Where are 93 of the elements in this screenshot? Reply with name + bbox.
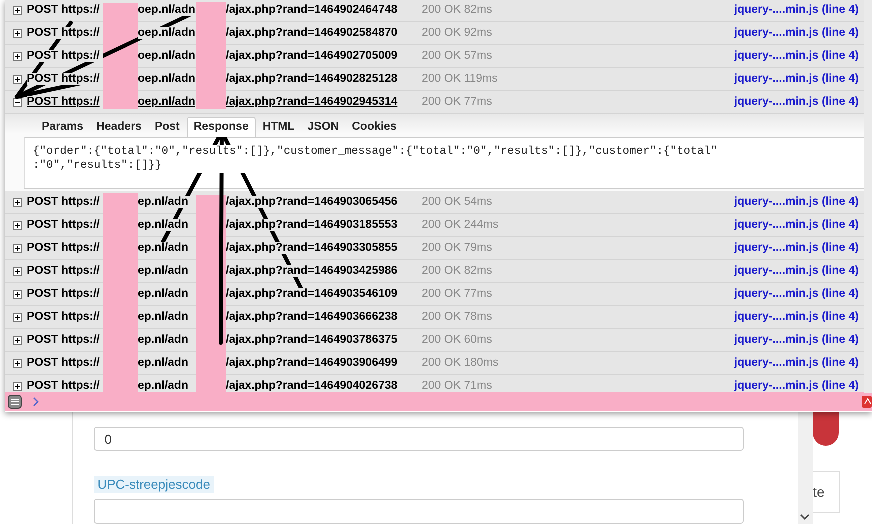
expand-icon[interactable] bbox=[13, 382, 22, 390]
request-status: 200 OK 78ms bbox=[422, 311, 492, 323]
request-url: POST https:// bbox=[27, 196, 103, 208]
source-link[interactable]: jquery-....min.js (line 4) bbox=[734, 265, 859, 277]
request-status: 200 OK 79ms bbox=[422, 242, 492, 254]
request-url: oep.nl/adn bbox=[138, 27, 196, 39]
source-link[interactable]: jquery-....min.js (line 4) bbox=[734, 288, 859, 300]
source-link[interactable]: jquery-....min.js (line 4) bbox=[734, 50, 859, 62]
request-row[interactable]: POST https:// ep.nl/adn /ajax.php?rand=1464903305855 200 OK 79ms jquery-....min.js (line 4) bbox=[5, 237, 864, 260]
request-row[interactable]: POST https:// oep.nl/adn /ajax.php?rand=1464902464748 200 OK 82ms jquery-....min.js (line 4) bbox=[5, 0, 864, 22]
request-url: POST https:// bbox=[27, 311, 103, 323]
expand-icon[interactable] bbox=[13, 266, 22, 276]
expand-icon[interactable] bbox=[13, 358, 22, 368]
source-link[interactable]: jquery-....min.js (line 4) bbox=[734, 96, 859, 108]
request-row[interactable]: POST https:// ep.nl/adn /ajax.php?rand=1464904026738 200 OK 71ms jquery-....min.js (line 4) bbox=[5, 375, 864, 392]
source-link[interactable]: jquery-....min.js (line 4) bbox=[734, 73, 859, 85]
detail-tab[interactable]: HTML bbox=[256, 118, 301, 137]
request-status: 200 OK 119ms bbox=[422, 73, 498, 85]
request-url: POST https:// bbox=[27, 265, 103, 277]
request-status: 200 OK 92ms bbox=[422, 27, 492, 39]
expand-icon[interactable] bbox=[13, 52, 22, 60]
detail-tab[interactable]: Post bbox=[148, 118, 186, 137]
request-url: POST https:// bbox=[27, 219, 103, 231]
scrollbar[interactable] bbox=[864, 0, 872, 393]
request-url: POST https:// bbox=[27, 73, 103, 85]
source-link[interactable]: jquery-....min.js (line 4) bbox=[734, 4, 859, 16]
source-link[interactable]: jquery-....min.js (line 4) bbox=[734, 196, 859, 208]
request-status: 200 OK 54ms bbox=[422, 196, 492, 208]
request-status: 200 OK 82ms bbox=[422, 265, 492, 277]
request-row[interactable]: POST https:// oep.nl/adn /ajax.php?rand=1464902945314 200 OK 77ms jquery-....min.js (line 4) bbox=[5, 91, 864, 114]
request-status: 200 OK 82ms bbox=[422, 4, 492, 16]
request-row[interactable]: POST https:// oep.nl/adn /ajax.php?rand=1464902705009 200 OK 57ms jquery-....min.js (line 4) bbox=[5, 45, 864, 68]
expand-icon[interactable] bbox=[13, 336, 22, 344]
console-icon[interactable] bbox=[8, 394, 22, 408]
close-icon[interactable] bbox=[862, 396, 872, 408]
request-status: 200 OK 71ms bbox=[422, 380, 492, 392]
request-row[interactable]: POST https:// oep.nl/adn /ajax.php?rand=1464902584870 200 OK 92ms jquery-....min.js (line 4) bbox=[5, 22, 864, 45]
request-row[interactable]: POST https:// ep.nl/adn /ajax.php?rand=1464903065456 200 OK 54ms jquery-....min.js (line 4) bbox=[5, 191, 864, 214]
chevron-down-icon[interactable] bbox=[800, 514, 810, 520]
detail-tab[interactable]: JSON bbox=[302, 118, 346, 137]
source-link[interactable]: jquery-....min.js (line 4) bbox=[734, 219, 859, 231]
expand-icon[interactable] bbox=[13, 74, 22, 84]
source-link[interactable]: jquery-....min.js (line 4) bbox=[734, 334, 859, 346]
request-row[interactable]: POST https:// ep.nl/adn /ajax.php?rand=1464903546109 200 OK 77ms jquery-....min.js (line 4) bbox=[5, 283, 864, 306]
expand-icon[interactable] bbox=[13, 290, 22, 298]
request-url: POST https:// bbox=[27, 380, 103, 392]
request-row[interactable]: POST https:// ep.nl/adn /ajax.php?rand=1464903906499 200 OK 180ms jquery-....min.js (line 4) bbox=[5, 352, 864, 375]
collapse-icon[interactable] bbox=[13, 98, 22, 106]
request-status: 200 OK 77ms bbox=[422, 288, 492, 300]
expand-icon[interactable] bbox=[13, 312, 22, 322]
request-url: oep.nl/adn bbox=[138, 4, 196, 16]
side-text: te bbox=[813, 484, 825, 500]
upc-field[interactable] bbox=[94, 499, 744, 524]
field-label: UPC-streepjescode bbox=[94, 476, 214, 493]
request-row[interactable]: POST https:// ep.nl/adn /ajax.php?rand=1464903185553 200 OK 244ms jquery-....min.js (line 4) bbox=[5, 214, 864, 237]
request-status: 200 OK 244ms bbox=[422, 219, 499, 231]
request-url: POST https:// bbox=[27, 288, 103, 300]
request-url: oep.nl/adn bbox=[138, 73, 196, 85]
source-link[interactable]: jquery-....min.js (line 4) bbox=[734, 27, 859, 39]
source-link[interactable]: jquery-....min.js (line 4) bbox=[734, 311, 859, 323]
request-status: 200 OK 60ms bbox=[422, 334, 492, 346]
request-url: oep.nl/adn bbox=[138, 96, 196, 108]
request-url: POST https:// bbox=[27, 27, 103, 39]
expand-icon[interactable] bbox=[13, 244, 22, 252]
scrollbar[interactable] bbox=[798, 412, 814, 524]
request-status: 200 OK 77ms bbox=[422, 96, 492, 108]
request-url: POST https:// bbox=[27, 334, 103, 346]
ean-field[interactable]: 0 bbox=[94, 427, 744, 451]
request-url: POST https:// bbox=[27, 242, 103, 254]
expand-icon[interactable] bbox=[13, 198, 22, 206]
request-url: POST https:// bbox=[27, 50, 103, 62]
round-badge-icon bbox=[813, 412, 840, 446]
request-status: 200 OK 57ms bbox=[422, 50, 492, 62]
request-status: 200 OK 180ms bbox=[422, 357, 499, 369]
source-link[interactable]: jquery-....min.js (line 4) bbox=[734, 380, 859, 392]
request-url: POST https:// bbox=[27, 357, 103, 369]
request-row[interactable]: POST https:// ep.nl/adn /ajax.php?rand=1464903425986 200 OK 82ms jquery-....min.js (line 4) bbox=[5, 260, 864, 283]
request-row[interactable]: POST https:// ep.nl/adn /ajax.php?rand=1464903786375 200 OK 60ms jquery-....min.js (line 4) bbox=[5, 329, 864, 352]
expand-icon[interactable] bbox=[13, 6, 22, 14]
detail-tab[interactable]: Headers bbox=[90, 118, 148, 137]
chevron-right-icon[interactable] bbox=[33, 396, 39, 406]
expand-icon[interactable] bbox=[13, 28, 22, 38]
request-row[interactable]: POST https:// oep.nl/adn /ajax.php?rand=1464902825128 200 OK 119ms jquery-....min.js (line 4) bbox=[5, 68, 864, 91]
detail-tab[interactable]: Params bbox=[36, 118, 90, 137]
detail-tab[interactable]: Cookies bbox=[346, 118, 403, 137]
source-link[interactable]: jquery-....min.js (line 4) bbox=[734, 242, 859, 254]
request-row[interactable]: POST https:// ep.nl/adn /ajax.php?rand=1464903666238 200 OK 78ms jquery-....min.js (line 4) bbox=[5, 306, 864, 329]
request-url: POST https:// bbox=[27, 96, 103, 108]
expand-icon[interactable] bbox=[13, 220, 22, 230]
request-url: oep.nl/adn bbox=[138, 50, 196, 62]
source-link[interactable]: jquery-....min.js (line 4) bbox=[734, 357, 859, 369]
request-url: POST https:// bbox=[27, 4, 103, 16]
detail-tab[interactable]: Response bbox=[186, 117, 256, 137]
